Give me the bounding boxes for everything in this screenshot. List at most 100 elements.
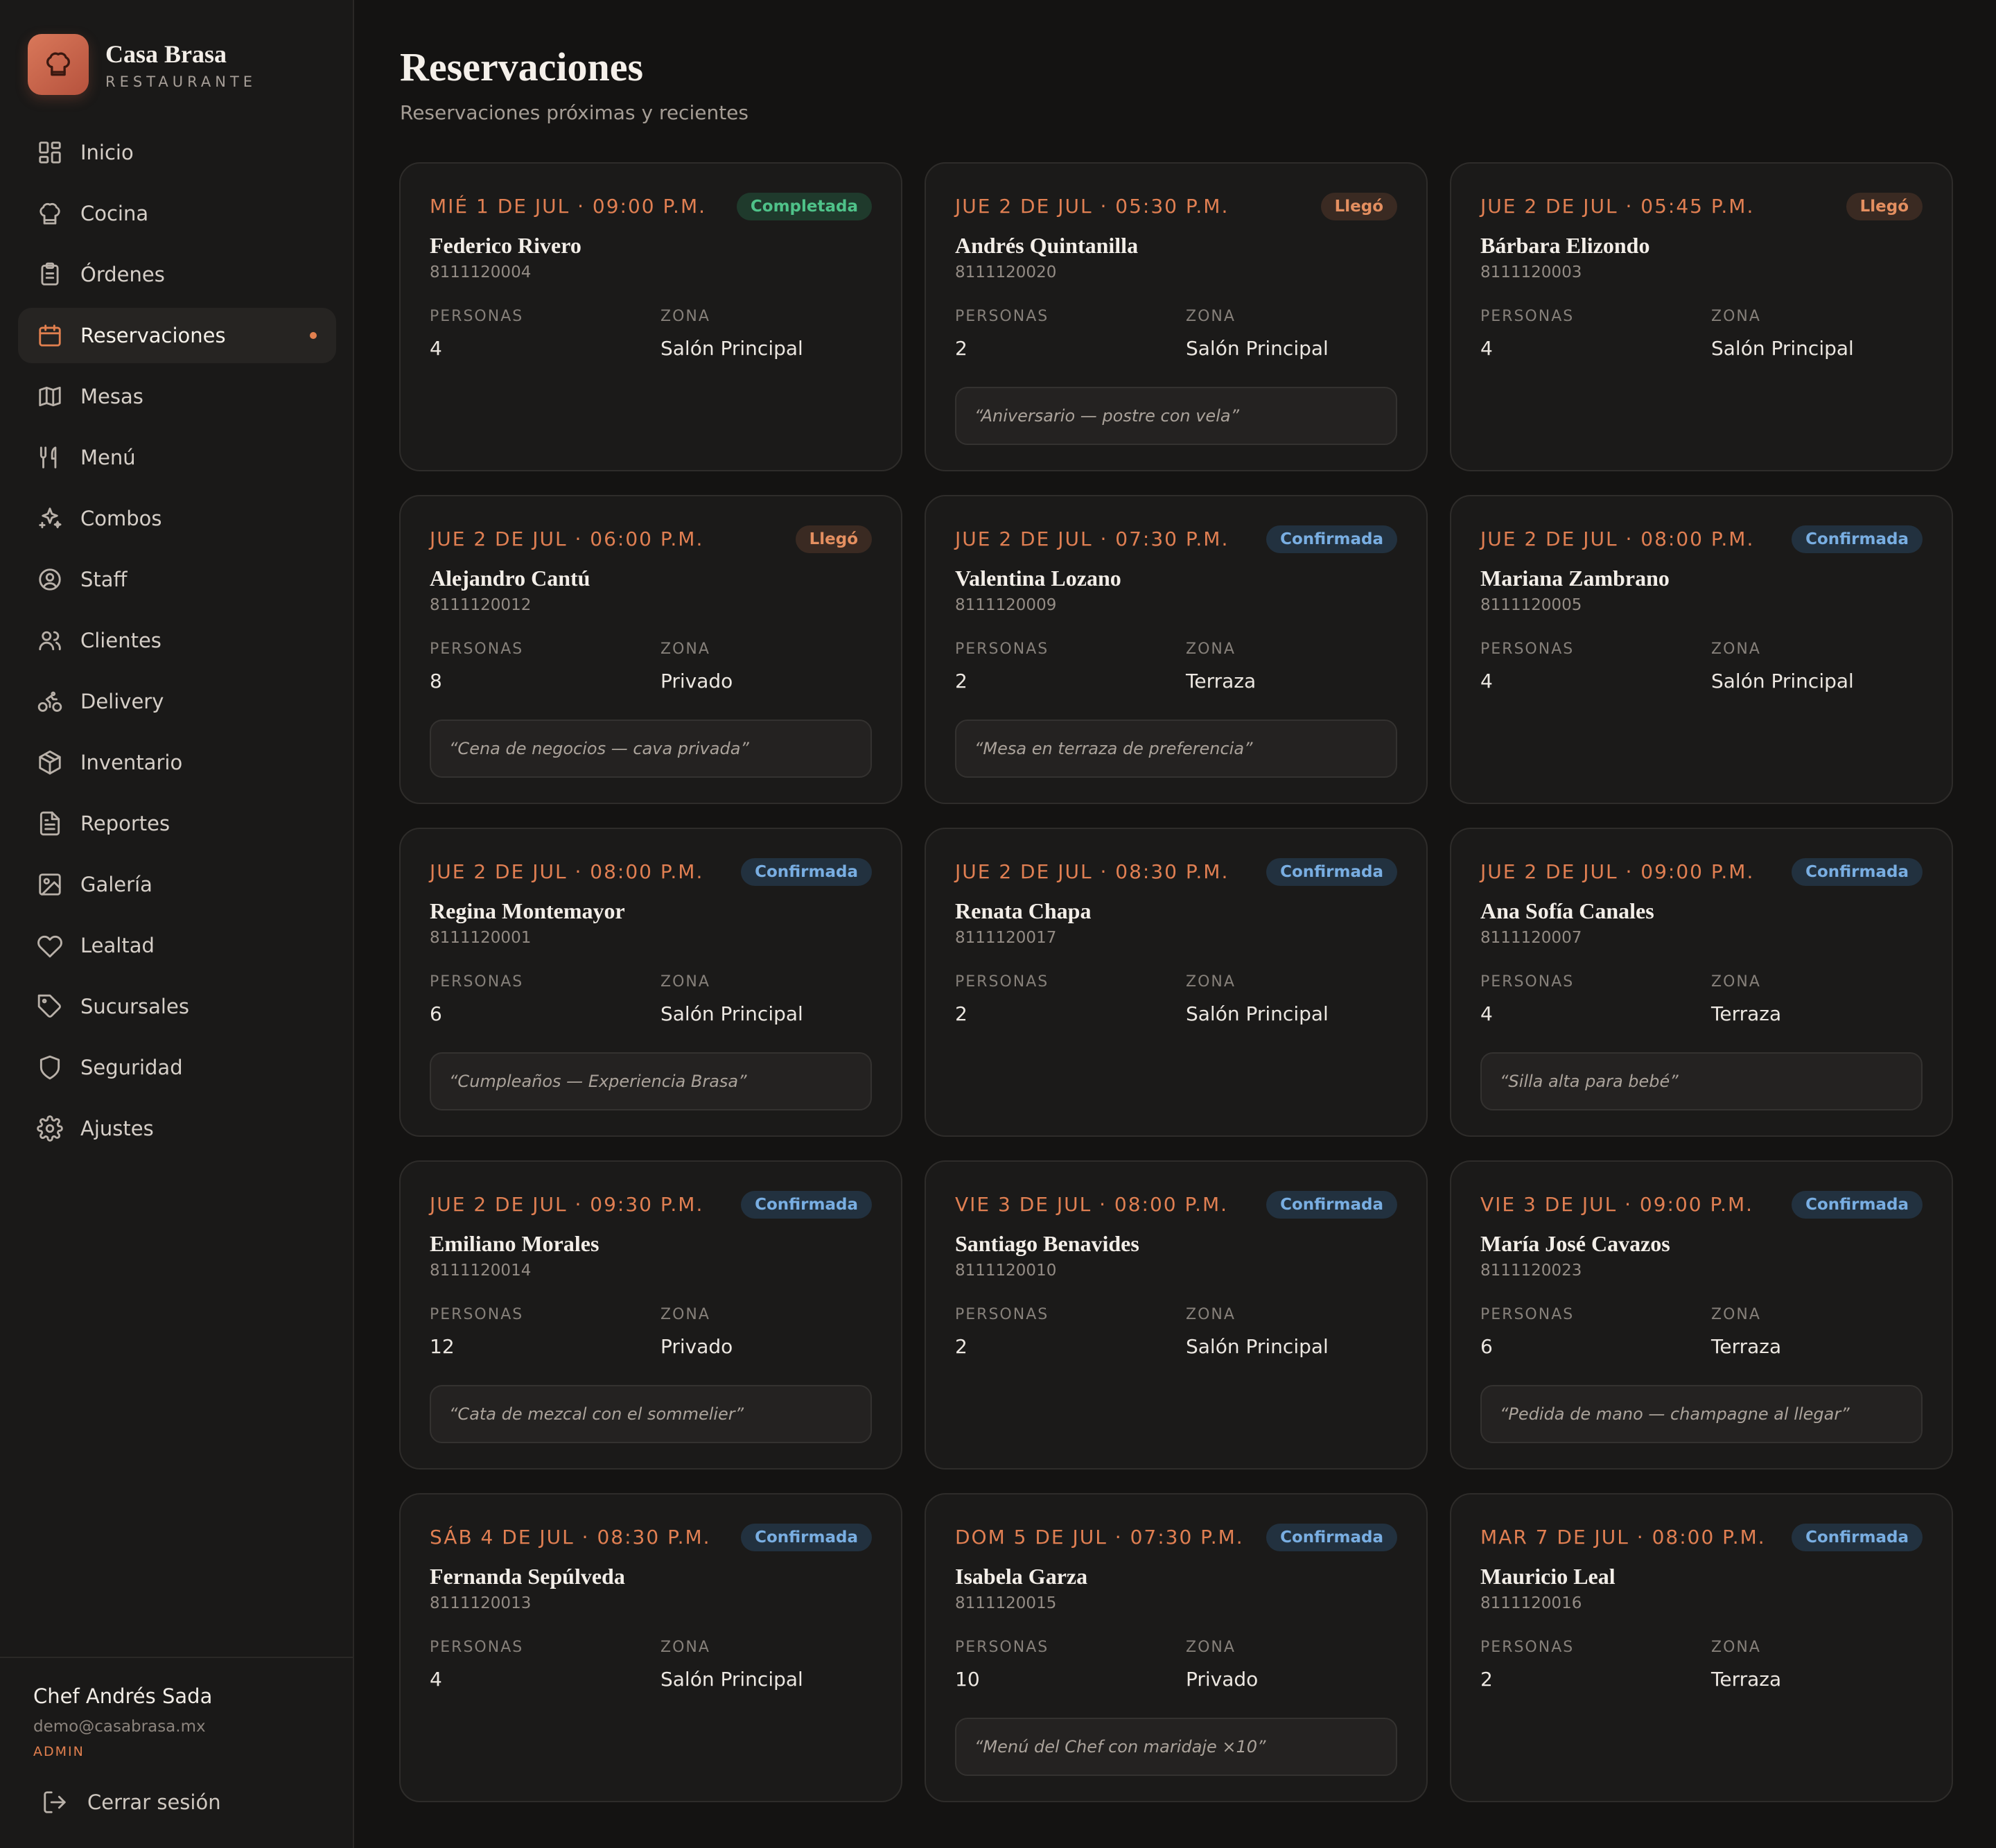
status-badge: Confirmada	[1266, 525, 1397, 553]
guest-name: Regina Montemayor	[430, 898, 625, 923]
zona-value: Terraza	[1711, 1002, 1782, 1025]
status-badge: Confirmada	[1266, 1524, 1397, 1551]
sidebar-item-label: Sucursales	[80, 995, 189, 1018]
reservation-card[interactable]: SÁB 4 DE JUL · 08:30 P.M. Confirmada Ferna…	[399, 1493, 902, 1802]
reservation-card[interactable]: MIÉ 1 DE JUL · 09:00 P.M. Completada Feder…	[399, 162, 902, 471]
user-role-badge: ADMIN	[33, 1744, 85, 1759]
zona-value: Privado	[660, 1335, 733, 1358]
zona-label: ZONA	[1186, 1639, 1236, 1656]
sidebar-item-combos[interactable]: Combos	[18, 491, 336, 546]
sidebar-item-delivery[interactable]: Delivery	[18, 674, 336, 729]
logout-label: Cerrar sesión	[87, 1790, 221, 1814]
utensils-icon	[36, 444, 64, 471]
reservation-card[interactable]: DOM 5 DE JUL · 07:30 P.M. Confirmada Isabe…	[925, 1493, 1428, 1802]
zona-label: ZONA	[660, 1306, 710, 1323]
personas-value: 6	[1480, 1335, 1493, 1358]
users-icon	[36, 627, 64, 654]
zona-label: ZONA	[660, 1639, 710, 1656]
shield-icon	[36, 1054, 64, 1081]
zona-value: Salón Principal	[1711, 337, 1854, 360]
sidebar-item-inventario[interactable]: Inventario	[18, 735, 336, 790]
personas-value: 4	[430, 337, 442, 360]
reservation-card[interactable]: JUE 2 DE JUL · 09:00 P.M. Confirmada Ana S…	[1450, 828, 1953, 1137]
sidebar-item-lealtad[interactable]: Lealtad	[18, 918, 336, 973]
reservation-card[interactable]: JUE 2 DE JUL · 08:00 P.M. Confirmada Regin…	[399, 828, 902, 1137]
personas-value: 10	[955, 1668, 980, 1691]
personas-label: PERSONAS	[1480, 640, 1575, 658]
zona-value: Salón Principal	[660, 1002, 803, 1025]
zona-label: ZONA	[660, 973, 710, 991]
user-name: Chef Andrés Sada	[33, 1684, 213, 1708]
sidebar-item-ajustes[interactable]: Ajustes	[18, 1101, 336, 1156]
guest-name: Mauricio Leal	[1480, 1564, 1616, 1589]
reservation-card[interactable]: VIE 3 DE JUL · 08:00 P.M. Confirmada Santi…	[925, 1160, 1428, 1470]
reservation-note: “Silla alta para bebé”	[1480, 1052, 1923, 1110]
reservation-datetime: JUE 2 DE JUL · 06:00 P.M.	[430, 528, 704, 550]
sidebar-item-reservaciones[interactable]: Reservaciones	[18, 308, 336, 363]
sidebar-item-menu[interactable]: Menú	[18, 430, 336, 485]
user-panel: Chef Andrés Sada demo@casabrasa.mx ADMIN…	[0, 1657, 353, 1848]
sidebar-item-mesas[interactable]: Mesas	[18, 369, 336, 424]
status-badge: Confirmada	[1792, 1191, 1923, 1219]
sidebar-item-sucursales[interactable]: Sucursales	[18, 979, 336, 1034]
personas-value: 2	[955, 1002, 968, 1025]
sidebar-item-label: Delivery	[80, 690, 164, 713]
sidebar-item-seguridad[interactable]: Seguridad	[18, 1040, 336, 1095]
status-badge: Confirmada	[1792, 525, 1923, 553]
sidebar-item-cocina[interactable]: Cocina	[18, 186, 336, 241]
zona-value: Salón Principal	[1186, 1002, 1329, 1025]
reservation-card[interactable]: JUE 2 DE JUL · 05:30 P.M. Llegó Andrés Qui…	[925, 162, 1428, 471]
reservation-card[interactable]: MAR 7 DE JUL · 08:00 P.M. Confirmada Mauri…	[1450, 1493, 1953, 1802]
reservation-card[interactable]: JUE 2 DE JUL · 06:00 P.M. Llegó Alejandro …	[399, 495, 902, 804]
zona-value: Salón Principal	[1186, 337, 1329, 360]
reservation-note: “Cena de negocios — cava privada”	[430, 720, 872, 778]
personas-label: PERSONAS	[430, 308, 524, 325]
guest-name: Renata Chapa	[955, 898, 1092, 923]
reservation-card[interactable]: JUE 2 DE JUL · 09:30 P.M. Confirmada Emili…	[399, 1160, 902, 1470]
sidebar-item-reportes[interactable]: Reportes	[18, 796, 336, 851]
reservation-card[interactable]: JUE 2 DE JUL · 08:30 P.M. Confirmada Renat…	[925, 828, 1428, 1137]
reservation-datetime: MIÉ 1 DE JUL · 09:00 P.M.	[430, 195, 707, 218]
guest-name: María José Cavazos	[1480, 1231, 1670, 1256]
zona-label: ZONA	[1186, 973, 1236, 991]
sidebar: Casa Brasa RESTAURANTE Inicio Cocina Órden…	[0, 0, 354, 1848]
image-icon	[36, 871, 64, 898]
user-email: demo@casabrasa.mx	[33, 1718, 206, 1736]
status-badge: Confirmada	[741, 858, 872, 886]
reservation-datetime: JUE 2 DE JUL · 09:30 P.M.	[430, 1193, 704, 1216]
guest-phone: 8111120004	[430, 263, 532, 281]
reservation-card[interactable]: VIE 3 DE JUL · 09:00 P.M. Confirmada María…	[1450, 1160, 1953, 1470]
sidebar-item-label: Órdenes	[80, 263, 165, 286]
sidebar-item-label: Cocina	[80, 202, 149, 225]
zona-label: ZONA	[1711, 1306, 1761, 1323]
guest-name: Valentina Lozano	[955, 566, 1121, 591]
main-content: Reservaciones Reservaciones próximas y r…	[354, 0, 1996, 1848]
sidebar-item-ordenes[interactable]: Órdenes	[18, 247, 336, 302]
reservation-datetime: JUE 2 DE JUL · 08:00 P.M.	[430, 860, 704, 883]
reservation-card[interactable]: JUE 2 DE JUL · 08:00 P.M. Confirmada Maria…	[1450, 495, 1953, 804]
status-badge: Llegó	[1320, 193, 1397, 220]
heart-icon	[36, 932, 64, 959]
reservation-card[interactable]: JUE 2 DE JUL · 07:30 P.M. Confirmada Valen…	[925, 495, 1428, 804]
guest-name: Federico Rivero	[430, 233, 581, 258]
user-circle-icon	[36, 566, 64, 593]
sidebar-item-galeria[interactable]: Galería	[18, 857, 336, 912]
personas-value: 12	[430, 1335, 455, 1358]
zona-label: ZONA	[1711, 640, 1761, 658]
reservation-card[interactable]: JUE 2 DE JUL · 05:45 P.M. Llegó Bárbara El…	[1450, 162, 1953, 471]
personas-label: PERSONAS	[430, 1306, 524, 1323]
personas-label: PERSONAS	[1480, 308, 1575, 325]
sidebar-item-staff[interactable]: Staff	[18, 552, 336, 607]
brand[interactable]: Casa Brasa RESTAURANTE	[28, 33, 256, 96]
status-badge: Confirmada	[1792, 1524, 1923, 1551]
zona-value: Terraza	[1711, 1335, 1782, 1358]
sidebar-nav: Inicio Cocina Órdenes Reservaciones Mesas Men…	[18, 125, 336, 1162]
guest-phone: 8111120009	[955, 596, 1057, 614]
zona-value: Salón Principal	[660, 1668, 803, 1691]
reservation-note: “Mesa en terraza de preferencia”	[955, 720, 1397, 778]
brand-name: Casa Brasa	[105, 40, 227, 68]
guest-phone: 8111120013	[430, 1594, 532, 1612]
logout-button[interactable]: Cerrar sesión	[42, 1783, 221, 1822]
sidebar-item-inicio[interactable]: Inicio	[18, 125, 336, 180]
sidebar-item-clientes[interactable]: Clientes	[18, 613, 336, 668]
